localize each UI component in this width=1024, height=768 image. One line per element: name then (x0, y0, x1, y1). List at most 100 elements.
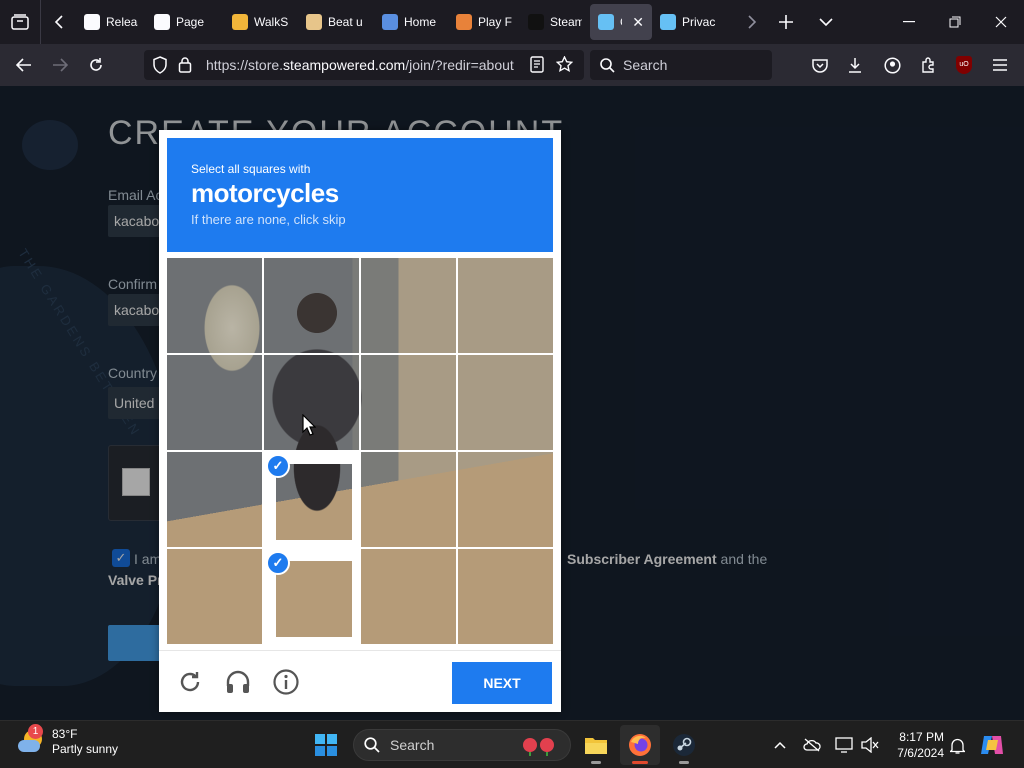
extensions-icon[interactable] (911, 49, 945, 81)
captcha-tile-image (361, 452, 456, 547)
captcha-tile[interactable] (361, 549, 456, 644)
ublock-icon[interactable]: uO (947, 49, 981, 81)
restore-icon[interactable] (932, 0, 978, 44)
roses-icon (520, 736, 560, 759)
captcha-tile-image (167, 549, 262, 644)
challenge-footer: NEXT (159, 650, 561, 712)
captcha-tile-image (167, 452, 262, 547)
browser-tab[interactable]: Cre ✕ (590, 4, 652, 40)
info-icon[interactable] (271, 667, 301, 697)
challenge-header: Select all squares with motorcycles If t… (167, 138, 553, 252)
browser-tab[interactable]: Page (146, 4, 224, 40)
tab-overview-icon[interactable] (0, 0, 40, 44)
browser-tab[interactable]: Home (374, 4, 448, 40)
browser-tab-bar: Releas Page WalkS Beat u Home Play F Steam Cre ✕… (0, 0, 1024, 44)
github-icon (154, 14, 170, 30)
browser-tab-label: Privac (682, 15, 716, 29)
address-bar[interactable]: https://store.steampowered.com/join/?red… (144, 50, 584, 80)
url-text[interactable]: https://store.steampowered.com/join/?red… (206, 57, 518, 73)
browser-tab[interactable]: Privac (652, 4, 728, 40)
notifications-bell-icon[interactable] (945, 733, 969, 757)
home-icon (382, 14, 398, 30)
captcha-tile-image (458, 258, 553, 353)
browser-tab[interactable]: Steam (520, 4, 590, 40)
display-icon[interactable] (832, 733, 856, 757)
captcha-tile[interactable] (361, 258, 456, 353)
taskbar-search-icon (364, 737, 380, 753)
browser-tab[interactable]: Releas (76, 4, 146, 40)
account-icon[interactable] (875, 49, 909, 81)
captcha-tile[interactable] (458, 355, 553, 450)
captcha-tile-image (458, 452, 553, 547)
browser-tab-label: Play F (478, 15, 512, 29)
downloads-icon[interactable] (838, 49, 872, 81)
weather-widget[interactable]: 1 83°F Partly sunny (16, 724, 119, 757)
captcha-tile-selected-frame (276, 464, 352, 540)
copilot-icon[interactable] (978, 733, 1006, 757)
browser-tab-label: WalkS (254, 15, 289, 29)
list-tabs-icon[interactable] (806, 0, 846, 44)
volume-muted-icon[interactable] (858, 733, 882, 757)
menu-icon[interactable] (983, 49, 1017, 81)
captcha-tile[interactable] (167, 452, 262, 547)
weather-condition: Partly sunny (52, 742, 119, 756)
captcha-tile[interactable]: ✓ (264, 452, 359, 547)
reader-view-icon[interactable] (530, 56, 544, 76)
challenge-instruction: Select all squares with (191, 162, 311, 176)
steam-icon (660, 14, 676, 30)
browser-tab[interactable]: Play F (448, 4, 520, 40)
close-window-icon[interactable] (978, 0, 1024, 44)
peanut-icon (306, 14, 322, 30)
captcha-tile[interactable] (167, 549, 262, 644)
taskbar-search[interactable]: Search (353, 729, 571, 761)
lock-icon[interactable] (178, 56, 192, 76)
onedrive-icon[interactable] (800, 733, 824, 757)
new-tab-icon[interactable] (766, 0, 806, 44)
captcha-tile[interactable] (167, 355, 262, 450)
captcha-tile-selected-frame (276, 561, 352, 637)
taskbar: 1 83°F Partly sunny Search 8:17 PM 7/6/2… (0, 720, 1024, 768)
close-tab-icon[interactable]: ✕ (632, 14, 644, 31)
captcha-tile[interactable] (264, 258, 359, 353)
browser-tab[interactable]: Beat u (298, 4, 374, 40)
checkmark-icon: ✓ (266, 551, 290, 575)
browser-tab-label: Page (176, 15, 205, 29)
minimize-icon[interactable] (886, 0, 932, 44)
show-hidden-icons-icon[interactable] (768, 733, 792, 757)
refresh-icon[interactable] (175, 667, 205, 697)
captcha-tile[interactable] (458, 452, 553, 547)
browser-tab-label: Beat u (328, 15, 363, 29)
web-search-bar[interactable]: Search (590, 50, 772, 80)
tracking-protection-icon[interactable] (152, 56, 168, 77)
system-clock[interactable]: 8:17 PM 7/6/2024 (886, 729, 944, 761)
file-explorer-icon[interactable] (576, 725, 616, 765)
captcha-tile[interactable] (458, 549, 553, 644)
captcha-tile-image (458, 355, 553, 450)
captcha-tile[interactable] (167, 258, 262, 353)
next-button[interactable]: NEXT (452, 662, 552, 704)
mouse-cursor-icon (302, 413, 317, 436)
captcha-tile-image (276, 561, 352, 637)
scroll-tabs-left-icon[interactable] (40, 0, 76, 44)
captcha-tile[interactable] (361, 452, 456, 547)
back-icon[interactable] (6, 49, 42, 81)
forward-icon[interactable] (42, 49, 78, 81)
clock-date: 7/6/2024 (897, 746, 944, 760)
web-search-placeholder: Search (623, 57, 668, 73)
firefox-taskbar-icon[interactable] (620, 725, 660, 765)
bookmark-star-icon[interactable] (555, 55, 574, 76)
challenge-target: motorcycles (191, 178, 339, 208)
pocket-icon[interactable] (803, 49, 837, 81)
reload-icon[interactable] (78, 49, 114, 81)
captcha-tile[interactable]: ✓ (264, 549, 359, 644)
start-button[interactable] (306, 725, 346, 765)
captcha-tile[interactable] (458, 258, 553, 353)
audio-challenge-icon[interactable] (223, 667, 253, 697)
tiger-icon (456, 14, 472, 30)
captcha-tile[interactable] (361, 355, 456, 450)
browser-tab[interactable]: WalkS (224, 4, 298, 40)
captcha-tile-image (361, 355, 456, 450)
challenge-hint: If there are none, click skip (191, 212, 346, 227)
steam-taskbar-icon[interactable] (664, 725, 704, 765)
temperature: 83°F (52, 727, 78, 741)
